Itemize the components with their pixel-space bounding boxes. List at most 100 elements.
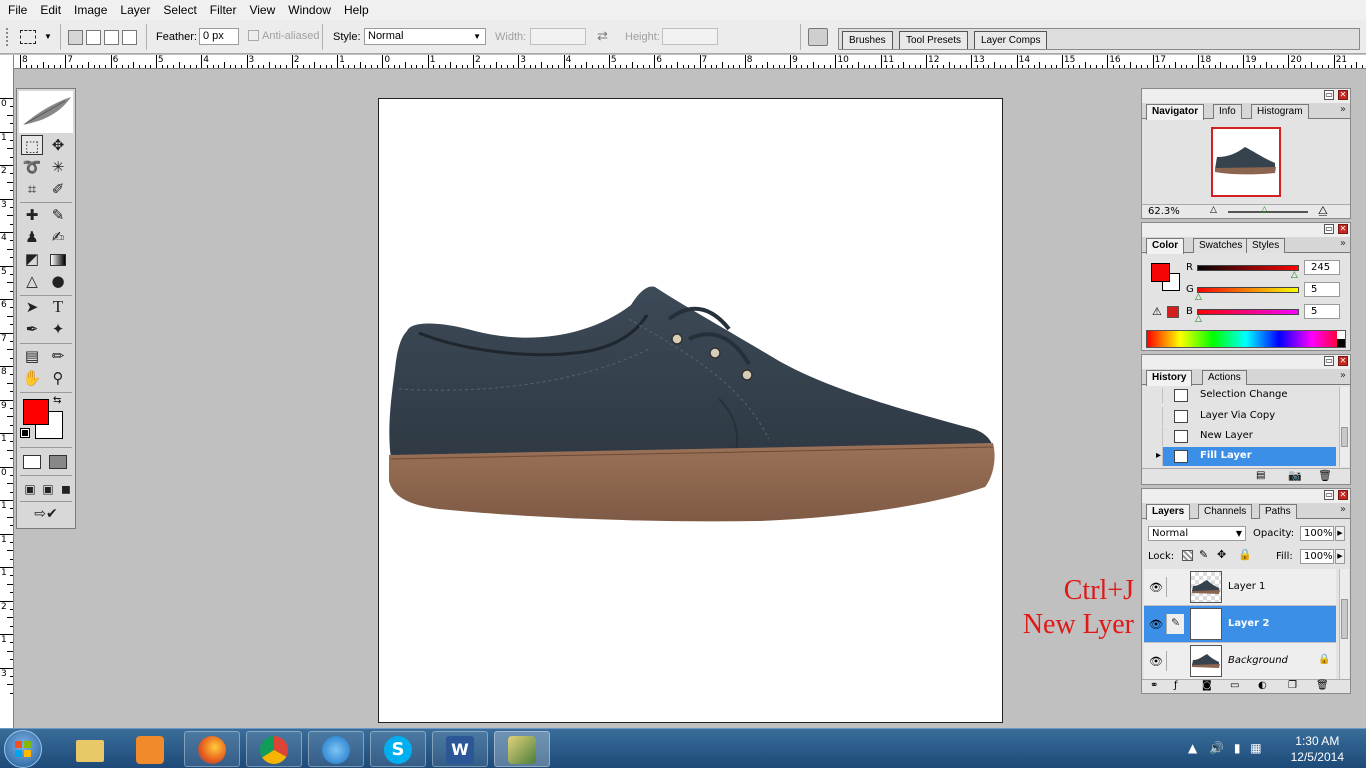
eye-icon[interactable]: 👁 bbox=[1149, 655, 1163, 668]
r-slider-track[interactable] bbox=[1197, 265, 1299, 271]
add-to-selection-button[interactable] bbox=[86, 30, 101, 45]
history-item[interactable]: Selection Change bbox=[1144, 388, 1336, 403]
preset-dropdown-arrow-icon[interactable]: ▼ bbox=[44, 32, 52, 41]
network-icon[interactable]: ▦ bbox=[1250, 741, 1261, 755]
taskbar-word[interactable]: W bbox=[432, 731, 488, 767]
close-icon[interactable]: ✕ bbox=[1338, 90, 1348, 100]
tab-paths[interactable]: Paths bbox=[1259, 504, 1297, 519]
tab-tool-presets[interactable]: Tool Presets bbox=[899, 31, 969, 49]
layer-mask-icon[interactable]: ◙ bbox=[1202, 680, 1212, 691]
document-canvas[interactable] bbox=[378, 98, 1003, 723]
history-scrollbar[interactable] bbox=[1339, 387, 1349, 467]
tab-history[interactable]: History bbox=[1146, 370, 1193, 386]
antialiased-checkbox[interactable] bbox=[248, 30, 259, 41]
navigator-preview[interactable] bbox=[1211, 127, 1281, 197]
history-source-checkbox[interactable] bbox=[1144, 427, 1163, 446]
b-value-field[interactable]: 5 bbox=[1304, 304, 1340, 319]
tab-channels[interactable]: Channels bbox=[1198, 504, 1253, 519]
menu-layer[interactable]: Layer bbox=[116, 3, 154, 17]
eraser-tool-icon[interactable]: ◩ bbox=[21, 249, 43, 269]
path-selection-tool-icon[interactable]: ➤ bbox=[21, 297, 43, 317]
layer-link-slot[interactable] bbox=[1166, 651, 1184, 671]
r-slider-thumb[interactable]: △ bbox=[1291, 270, 1298, 280]
history-source-checkbox[interactable] bbox=[1144, 407, 1163, 426]
fill-field[interactable]: 100% bbox=[1300, 549, 1334, 564]
notes-tool-icon[interactable]: ▤ bbox=[21, 346, 43, 366]
color-fg-swatch[interactable] bbox=[1151, 263, 1170, 282]
close-icon[interactable]: ✕ bbox=[1338, 356, 1348, 366]
close-icon[interactable]: ✕ bbox=[1338, 490, 1348, 500]
type-tool-icon[interactable]: T bbox=[47, 297, 69, 317]
taskbar-firefox[interactable] bbox=[184, 731, 240, 767]
menu-filter[interactable]: Filter bbox=[206, 3, 241, 17]
history-item[interactable]: New Layer bbox=[1144, 427, 1336, 446]
layer-row[interactable]: 👁 Layer 1 bbox=[1144, 569, 1336, 606]
gamut-warning-icon[interactable]: ⚠ bbox=[1152, 305, 1162, 318]
dodge-tool-icon[interactable]: ● bbox=[47, 271, 69, 291]
new-group-icon[interactable]: ▭ bbox=[1230, 680, 1239, 691]
lock-transparency-icon[interactable] bbox=[1182, 550, 1193, 561]
tab-info[interactable]: Info bbox=[1213, 104, 1242, 119]
hand-tool-icon[interactable]: ✋ bbox=[21, 368, 43, 388]
swap-dimensions-icon[interactable]: ⇄ bbox=[597, 28, 608, 44]
zoom-slider[interactable] bbox=[1228, 211, 1308, 213]
new-selection-button[interactable] bbox=[68, 30, 83, 45]
layer-style-icon[interactable]: ƒ bbox=[1174, 680, 1178, 691]
intersect-selection-button[interactable] bbox=[122, 30, 137, 45]
r-value-field[interactable]: 245 bbox=[1304, 260, 1340, 275]
scrollbar-thumb[interactable] bbox=[1341, 427, 1348, 447]
layer-link-slot[interactable] bbox=[1166, 577, 1184, 597]
slice-tool-icon[interactable]: ✐ bbox=[47, 179, 69, 199]
tab-navigator[interactable]: Navigator bbox=[1146, 104, 1205, 120]
minimize-icon[interactable]: ▭ bbox=[1324, 490, 1334, 500]
zoom-tool-icon[interactable]: ⚲ bbox=[47, 368, 69, 388]
layers-scrollbar[interactable] bbox=[1339, 569, 1349, 679]
minimize-icon[interactable]: ▭ bbox=[1324, 356, 1334, 366]
tab-layers[interactable]: Layers bbox=[1146, 504, 1191, 520]
panel-menu-icon[interactable]: » bbox=[1340, 370, 1346, 381]
jump-to-imageready-icon[interactable]: ⇨✔ bbox=[23, 504, 69, 524]
trash-icon[interactable]: 🗑 bbox=[1318, 469, 1332, 482]
new-layer-icon[interactable]: ❐ bbox=[1288, 680, 1297, 691]
g-value-field[interactable]: 5 bbox=[1304, 282, 1340, 297]
tab-styles[interactable]: Styles bbox=[1246, 238, 1286, 253]
standard-mode-icon[interactable] bbox=[21, 451, 43, 471]
snapshot-icon[interactable]: 📷 bbox=[1288, 469, 1302, 482]
taskbar-media-player[interactable] bbox=[122, 731, 178, 767]
taskbar-chrome[interactable] bbox=[246, 731, 302, 767]
tab-layer-comps[interactable]: Layer Comps bbox=[974, 31, 1048, 49]
brush-tool-icon[interactable]: ✎ bbox=[47, 205, 69, 225]
b-slider-thumb[interactable]: △ bbox=[1195, 314, 1202, 324]
menu-select[interactable]: Select bbox=[159, 3, 200, 17]
history-item-selected[interactable]: ▸ Fill Layer bbox=[1144, 447, 1336, 466]
new-document-from-state-icon[interactable]: ▤ bbox=[1256, 470, 1265, 481]
layer-link-slot[interactable]: ✎ bbox=[1166, 614, 1184, 634]
zoom-value[interactable]: 62.3% bbox=[1148, 206, 1180, 217]
gradient-tool-icon[interactable] bbox=[47, 249, 69, 269]
trash-icon[interactable]: 🗑 bbox=[1316, 680, 1329, 691]
eye-icon[interactable]: 👁 bbox=[1149, 618, 1163, 631]
move-tool-icon[interactable]: ✥ bbox=[47, 135, 69, 155]
lasso-tool-icon[interactable]: ➰ bbox=[21, 157, 43, 177]
custom-shape-tool-icon[interactable]: ✦ bbox=[47, 319, 69, 339]
panel-menu-icon[interactable]: » bbox=[1340, 504, 1346, 515]
tab-actions[interactable]: Actions bbox=[1202, 370, 1247, 385]
tab-brushes[interactable]: Brushes bbox=[842, 31, 893, 49]
tab-histogram[interactable]: Histogram bbox=[1251, 104, 1309, 119]
pen-tool-icon[interactable]: ✒ bbox=[21, 319, 43, 339]
start-button[interactable] bbox=[4, 730, 42, 768]
tab-swatches[interactable]: Swatches bbox=[1193, 238, 1249, 253]
minimize-icon[interactable]: ▭ bbox=[1324, 224, 1334, 234]
gamut-color-swatch[interactable] bbox=[1167, 306, 1179, 318]
menu-view[interactable]: View bbox=[245, 3, 279, 17]
history-brush-tool-icon[interactable]: ✍ bbox=[47, 227, 69, 247]
clock[interactable]: 1:30 AM 12/5/2014 bbox=[1291, 733, 1344, 765]
panel-menu-icon[interactable]: » bbox=[1340, 238, 1346, 249]
g-slider-track[interactable] bbox=[1197, 287, 1299, 293]
zoom-slider-thumb[interactable]: △ bbox=[1261, 205, 1268, 215]
lock-pixels-icon[interactable]: ✎ bbox=[1199, 548, 1208, 561]
menu-help[interactable]: Help bbox=[340, 3, 373, 17]
g-slider-thumb[interactable]: △ bbox=[1195, 292, 1202, 302]
healing-brush-tool-icon[interactable]: ✚ bbox=[21, 205, 43, 225]
style-select[interactable]: Normal ▼ bbox=[364, 28, 486, 45]
